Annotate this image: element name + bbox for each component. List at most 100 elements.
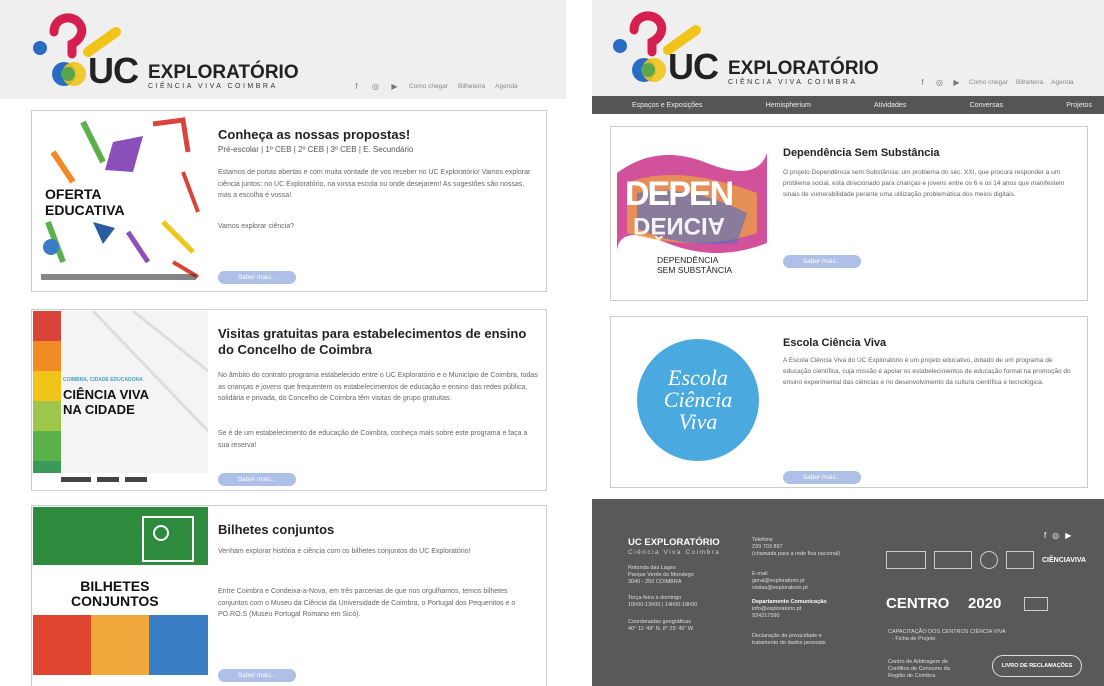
card-oferta-educativa: OFERTA EDUCATIVA Conheça as nossas propo… (31, 110, 547, 292)
card-bilhetes-conjuntos: BILHETES CONJUNTOS Bilhetes conjuntos Ve… (31, 505, 547, 686)
escola-logo-text: Escola Ciência Viva (663, 365, 733, 434)
brand-name: EXPLORATÓRIO (148, 62, 299, 83)
card-title: Conheça as nossas propostas! (218, 127, 411, 142)
card-body-2: Se é de um estabelecimento de educação d… (218, 430, 528, 449)
card-body: A Escola Ciência Viva do UC Exploratório… (783, 357, 1071, 386)
uc-logo[interactable]: UC EXPLORATÓRIO CIÊNCIA VIVA COIMBRA (30, 10, 300, 95)
footer-dept: Departamento Comunicação (752, 599, 827, 605)
instagram-icon[interactable]: ◎ (935, 78, 944, 87)
instagram-icon[interactable]: ◎ (1052, 531, 1059, 540)
portugal-2020-logo: 2020 (968, 595, 1002, 612)
site-header: UC EXPLORATÓRIO CIÊNCIA VIVA COIMBRA f ◎… (0, 0, 566, 99)
footer-capacitacao: CAPACITAÇÃO DOS CENTROS CIÊNCIA VIVA (888, 629, 1006, 635)
card-body: Venham explorar história e ciência com o… (218, 548, 471, 555)
footer-email-label: E-mail (752, 571, 768, 577)
centro-logo: CENTRO (886, 595, 950, 612)
card-dependencia: DEPEN DÊNCIA DEPENDÊNCIA SEM SUBSTÂNCIA … (610, 126, 1088, 301)
livro-reclamacoes-label: LIVRO DE RECLAMAÇÕES (1001, 663, 1073, 669)
footer-coords-label: Coordenadas geográficas (628, 619, 691, 625)
card-title: Escola Ciência Viva (783, 337, 887, 349)
youtube-icon[interactable]: ▶ (952, 78, 961, 87)
right-page: UC EXPLORATÓRIO CIÊNCIA VIVA COIMBRA f ◎… (592, 0, 1104, 686)
facebook-icon[interactable]: f (1044, 531, 1046, 540)
nav-agenda[interactable]: Agenda (495, 83, 517, 90)
footer-arbitragem: Centro de Arbitragem de Conflitos de Con… (888, 659, 950, 679)
top-nav: f ◎ ▶ Como chegar Bilheteira Agenda (352, 82, 517, 91)
brand-name: EXPLORATÓRIO (728, 58, 879, 79)
card-body: Estamos de portas abertas e com muita vo… (218, 169, 531, 199)
saber-mais-button[interactable]: Saber mais... (783, 255, 861, 268)
footer-ficha-link[interactable]: - Ficha de Projeto (892, 636, 935, 643)
site-header: UC EXPLORATÓRIO CIÊNCIA VIVA COIMBRA f ◎… (592, 0, 1104, 96)
dependencia-big-text-2: DÊNCIA (633, 212, 726, 239)
card-title: Dependência Sem Substância (783, 147, 940, 159)
partner-logos-row: CIÊNCIAVIVA (886, 551, 1086, 569)
uc-logo[interactable]: UC EXPLORATÓRIO CIÊNCIA VIVA COIMBRA (610, 8, 880, 93)
image-title: CIÊNCIA VIVA NA CIDADE (63, 387, 149, 417)
ciencia-viva-cidade-image: COIMBRA, CIDADE EDUCADORA CIÊNCIA VIVA N… (33, 311, 208, 489)
menu-projetos[interactable]: Projetos (1066, 102, 1092, 109)
menu-hemispherium[interactable]: Hemispherium (766, 102, 811, 109)
dependencia-big-text: DEPEN (625, 175, 734, 213)
bilhetes-image-text: BILHETES CONJUNTOS (71, 578, 159, 609)
saber-mais-button[interactable]: Saber mais... (218, 473, 296, 486)
seal-logo-icon (980, 551, 998, 569)
site-footer: UC EXPLORATÓRIO Ciência Viva Coimbra Rot… (592, 499, 1104, 686)
youtube-icon[interactable]: ▶ (1065, 531, 1071, 540)
footer-social: f ◎ ▶ (1044, 531, 1071, 540)
livro-reclamacoes-button[interactable]: LIVRO DE RECLAMAÇÕES (992, 655, 1082, 677)
footer-address: Rotunda das Lages Parque Verde do Mondeg… (628, 565, 694, 585)
saber-mais-button[interactable]: Saber mais... (218, 271, 296, 284)
oferta-educativa-image-text: OFERTA EDUCATIVA (45, 186, 125, 218)
footer-emails[interactable]: geral@exploratorio.pt visitas@explorator… (752, 578, 808, 592)
bilhetes-conjuntos-image: BILHETES CONJUNTOS (33, 507, 208, 686)
card-subtitle: Pré-escolar | 1º CEB | 2º CEB | 3º CEB |… (218, 145, 414, 154)
university-logo-icon (886, 551, 926, 569)
escola-ciencia-viva-image: Escola Ciência Viva (637, 339, 759, 461)
ciencia-viva-logo: CIÊNCIAVIVA (1042, 556, 1087, 564)
saber-mais-button[interactable]: Saber mais... (783, 471, 861, 484)
nav-bilheteira[interactable]: Bilheteira (1016, 79, 1043, 86)
card-body-2: Vamos explorar ciência? (218, 223, 295, 230)
footer-brand-sub: Ciência Viva Coimbra (628, 549, 721, 556)
nav-como-chegar[interactable]: Como chegar (969, 79, 1008, 86)
brand-uc: UC (668, 46, 719, 87)
menu-espacos[interactable]: Espaços e Exposições (632, 102, 702, 109)
facebook-icon[interactable]: f (918, 78, 927, 87)
eu-flag-icon (1024, 597, 1048, 611)
image-kicker: COIMBRA, CIDADE EDUCADORA (63, 377, 143, 383)
partner-logos (61, 477, 147, 482)
card-title: Bilhetes conjuntos (218, 522, 335, 537)
card-body: No âmbito do contrato programa estabelec… (218, 372, 538, 402)
brand-subtitle: CIÊNCIA VIVA COIMBRA (728, 79, 858, 86)
footer-coords: 40° 11' 49" N, 8° 25' 45" W (628, 626, 694, 632)
footer-dept-contact[interactable]: info@exploratorio.pt 934317590 (752, 606, 801, 620)
instagram-icon[interactable]: ◎ (371, 82, 380, 91)
nav-como-chegar[interactable]: Como chegar (409, 83, 448, 90)
card-title: Visitas gratuitas para estabelecimentos … (218, 326, 527, 357)
youtube-icon[interactable]: ▶ (390, 82, 399, 91)
nav-bilheteira[interactable]: Bilheteira (458, 83, 485, 90)
card-visitas-gratuitas: COIMBRA, CIDADE EDUCADORA CIÊNCIA VIVA N… (31, 309, 547, 491)
brand-uc: UC (88, 50, 139, 91)
footer-phone: 239 703 897 (752, 544, 783, 550)
menu-conversas[interactable]: Conversas (970, 102, 1003, 109)
unesco-logo-icon (934, 551, 972, 569)
coimbra-logo-icon (1006, 551, 1034, 569)
oferta-educativa-image: OFERTA EDUCATIVA (33, 112, 208, 290)
saber-mais-button[interactable]: Saber mais... (218, 669, 296, 682)
menu-atividades[interactable]: Atividades (874, 102, 906, 109)
main-menu: Espaços e Exposições Hemispherium Ativid… (592, 96, 1104, 114)
nav-agenda[interactable]: Agenda (1051, 79, 1073, 86)
footer-phone-label: Telefone (752, 537, 773, 543)
facebook-icon[interactable]: f (352, 82, 361, 91)
footer-phone-note: (chamada para a rede fixa nacional) (752, 551, 841, 557)
footer-privacy-link[interactable]: Declaração de privacidade e tratamento d… (752, 633, 826, 647)
dependencia-image: DEPEN DÊNCIA DEPENDÊNCIA SEM SUBSTÂNCIA (617, 133, 767, 293)
dependencia-caption: DEPENDÊNCIA SEM SUBSTÂNCIA (657, 255, 733, 275)
top-nav: f ◎ ▶ Como chegar Bilheteira Agenda (918, 78, 1073, 87)
card-body: O projeto Dependência sem Substância: um… (783, 169, 1065, 198)
card-body-2: Entre Coimbra e Condeixa-a-Nova, em três… (218, 588, 516, 618)
footer-hours: Terça-feira a domingo 10h00-13h00 | 14h0… (628, 595, 698, 608)
footer-brand: UC EXPLORATÓRIO (628, 537, 720, 548)
